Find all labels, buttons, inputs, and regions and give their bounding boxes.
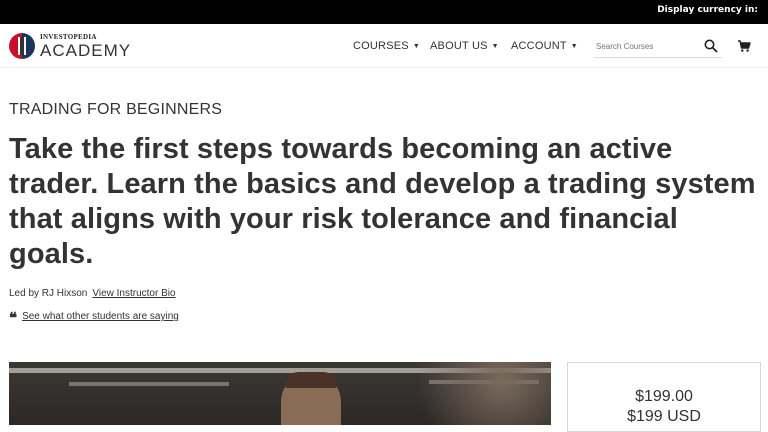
course-headline: Take the first steps towards becoming an… [9, 133, 756, 270]
nav-account[interactable]: ACCOUNT ▼ [511, 40, 578, 52]
reviews-link[interactable]: See what other students are saying [22, 311, 179, 322]
course-category: TRADING FOR BEGINNERS [9, 101, 223, 118]
nav-courses[interactable]: COURSES ▼ [353, 40, 420, 52]
logo-main-text: ACADEMY [40, 40, 132, 60]
price-box: $199.00 $199 USD [567, 362, 761, 432]
logo-mark-icon [9, 33, 35, 59]
reviews-line: ❝ See what other students are saying [9, 306, 179, 327]
search-input[interactable] [594, 36, 694, 57]
instructor-line: Led by RJ Hixson View Instructor Bio [9, 288, 176, 299]
quote-icon: ❝ [9, 311, 18, 327]
nav-about-us-label: ABOUT US [430, 40, 488, 52]
course-price: $199.00 [635, 388, 693, 405]
instructor-bio-link[interactable]: View Instructor Bio [92, 288, 175, 299]
video-instructor-hair [285, 372, 337, 388]
course-video[interactable] [9, 362, 551, 425]
top-bar: Display currency in: [0, 0, 768, 24]
caret-down-icon: ▼ [412, 42, 420, 50]
site-logo[interactable]: INVESTOPEDIA ACADEMY [9, 33, 131, 59]
site-header: INVESTOPEDIA ACADEMY COURSES ▼ ABOUT US … [0, 24, 768, 68]
video-background [389, 362, 551, 425]
nav-account-label: ACCOUNT [511, 40, 567, 52]
caret-down-icon: ▼ [491, 42, 499, 50]
video-ceiling-light [69, 382, 229, 386]
course-price-usd: $199 USD [627, 408, 701, 425]
cart-icon[interactable] [737, 39, 751, 53]
search-icon[interactable] [704, 39, 718, 53]
nav-courses-label: COURSES [353, 40, 409, 52]
instructor-name: Led by RJ Hixson [9, 288, 88, 299]
caret-down-icon: ▼ [570, 42, 578, 50]
currency-label[interactable]: Display currency in: [657, 5, 758, 15]
nav-about-us[interactable]: ABOUT US ▼ [430, 40, 499, 52]
logo-sup-text: INVESTOPEDIA [40, 32, 97, 41]
search-box [594, 36, 722, 58]
logo-text: INVESTOPEDIA ACADEMY [40, 32, 132, 60]
